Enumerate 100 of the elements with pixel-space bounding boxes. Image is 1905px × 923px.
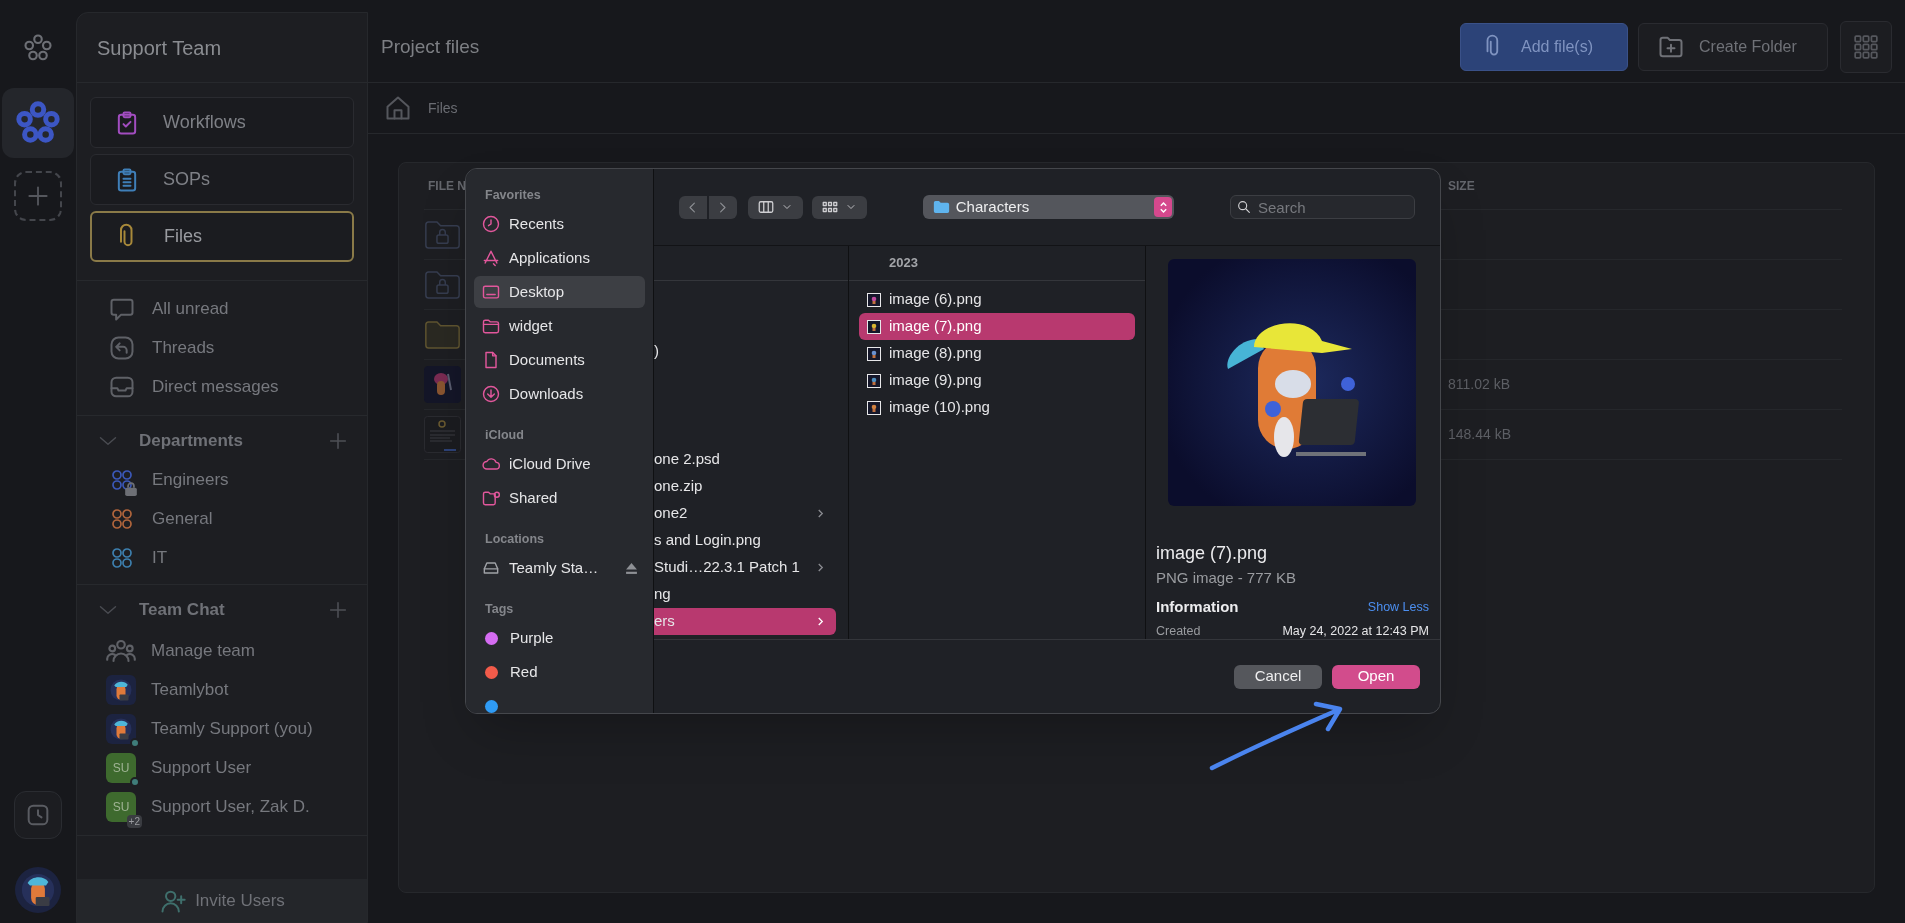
file-row[interactable]: s and Login.png (654, 527, 836, 554)
file-row[interactable]: ) (654, 338, 836, 365)
file-row[interactable]: one.zip (654, 473, 836, 500)
info-label: Created (1156, 623, 1201, 639)
sidebar-item[interactable]: widget (474, 310, 645, 342)
file-row[interactable]: one 2.psd (654, 446, 836, 473)
file-row[interactable]: ers (654, 608, 836, 635)
department-link[interactable]: General (152, 506, 213, 532)
file-row[interactable]: Studi…22.3.1 Patch 1 (654, 554, 836, 581)
info-value: May 24, 2022 at 12:43 PM (1282, 623, 1429, 639)
department-link[interactable]: IT (152, 545, 168, 571)
table-cell-text: 148.44 kB (1448, 425, 1513, 444)
stepper-icon (1154, 197, 1172, 217)
column-header: SIZE (1448, 178, 1475, 195)
count-badge: +2 (126, 815, 142, 828)
sidebar-section-title: Tags (484, 601, 515, 618)
document-thumbnail (424, 416, 461, 453)
chat-link[interactable]: Manage team (151, 638, 255, 664)
cancel-button[interactable]: Cancel (1234, 664, 1322, 689)
shared-folder-icon (481, 488, 501, 508)
forward-button[interactable] (708, 195, 737, 219)
sidebar-section-title: iCloud (484, 427, 525, 444)
sidebar-tool-button[interactable]: SOPs (90, 154, 354, 205)
column-header: FILE N (428, 178, 466, 195)
image-file-icon (867, 292, 881, 307)
sidebar-item[interactable]: Documents (474, 344, 645, 376)
back-button[interactable] (679, 195, 707, 219)
workspace-button[interactable] (2, 88, 74, 158)
file-row[interactable]: image (7).png (859, 313, 1135, 340)
sidebar-tool-button[interactable]: Workflows (90, 97, 354, 148)
reply-icon (108, 334, 136, 362)
sidebar-tool-button[interactable]: Files (90, 211, 354, 262)
chat-link[interactable]: Support User, Zak D. (151, 794, 310, 820)
sidebar-item[interactable]: iCloud Drive (474, 448, 645, 480)
locked-folder-icon (424, 269, 461, 300)
file-row[interactable]: image (6).png (859, 286, 1135, 313)
sidebar-item[interactable]: Purple (474, 622, 645, 654)
initials-avatar: SU (106, 753, 136, 783)
sidebar-item[interactable]: Shared (474, 482, 645, 514)
image-file-icon (867, 373, 881, 388)
search-field[interactable]: Search (1230, 195, 1415, 219)
sidebar-link[interactable]: Threads (152, 335, 215, 361)
apps-menu-button[interactable] (1840, 21, 1892, 73)
create-folder-button[interactable]: Create Folder (1638, 23, 1828, 71)
table-cell-text: 811.02 kB (1448, 375, 1511, 394)
chat-link[interactable]: Support User (151, 755, 252, 781)
monitor-icon (481, 282, 501, 302)
sidebar-section-title: Locations (484, 531, 546, 548)
section-title[interactable]: Departments (139, 428, 327, 454)
file-row[interactable]: one2 (654, 500, 836, 527)
sidebar-link[interactable]: Direct messages (152, 374, 279, 400)
breadcrumb-link[interactable]: Files (428, 97, 458, 119)
add-workspace-button[interactable] (14, 171, 62, 221)
image-file-icon (867, 319, 881, 334)
columns-icon (757, 198, 776, 216)
image-file-icon (867, 400, 881, 415)
user-avatar[interactable] (15, 867, 61, 913)
file-row[interactable]: image (9).png (859, 367, 1135, 394)
sidebar-section-title: Favorites (484, 187, 542, 204)
sidebar-item[interactable]: Downloads (474, 378, 645, 410)
eject-icon[interactable] (625, 561, 638, 575)
sidebar-item[interactable]: Red (474, 656, 645, 688)
file-summary: PNG image - 777 KB (1156, 568, 1298, 587)
logo-icon (15, 100, 61, 146)
sidebar-item[interactable]: Desktop (474, 276, 645, 308)
download-icon (481, 384, 501, 404)
file-name: image (7).png (1156, 542, 1269, 564)
sidebar-item[interactable]: Recents (474, 208, 645, 240)
file-row[interactable]: image (10).png (859, 394, 1135, 421)
plus-icon (327, 599, 349, 621)
sidebar-item[interactable]: Applications (474, 242, 645, 274)
department-link[interactable]: Engineers (152, 467, 229, 493)
chat-link[interactable]: Teamlybot (151, 677, 229, 703)
group-button[interactable] (812, 195, 867, 219)
column-header: 2023 (889, 254, 918, 273)
section-title[interactable]: Team Chat (139, 597, 327, 623)
team-name: Support Team (97, 35, 222, 61)
folder-icon (932, 200, 950, 214)
page-title: Project files (381, 34, 481, 59)
plus-icon (327, 430, 349, 452)
history-button[interactable] (14, 791, 62, 839)
sidebar-item[interactable]: Teamly Sta… (474, 552, 645, 584)
location-dropdown[interactable]: Characters (922, 195, 1174, 219)
search-icon (1236, 199, 1252, 215)
logo-icon (23, 33, 53, 63)
info-heading: Information (1156, 597, 1239, 617)
show-less-link[interactable]: Show Less (1367, 597, 1429, 617)
clock-icon (481, 214, 501, 234)
add-files-button[interactable]: Add file(s) (1460, 23, 1628, 71)
folder-icon (424, 319, 461, 350)
file-row[interactable]: ng (654, 581, 836, 608)
open-button[interactable]: Open (1332, 664, 1420, 689)
locked-folder-icon (424, 219, 461, 250)
grid-icon (1853, 34, 1879, 60)
file-row[interactable]: image (8).png (859, 340, 1135, 367)
chat-link[interactable]: Teamly Support (you) (151, 716, 313, 742)
view-mode-button[interactable] (747, 195, 804, 219)
applications-icon (481, 248, 501, 268)
sidebar-link[interactable]: All unread (152, 296, 229, 322)
folder-icon (481, 316, 501, 336)
